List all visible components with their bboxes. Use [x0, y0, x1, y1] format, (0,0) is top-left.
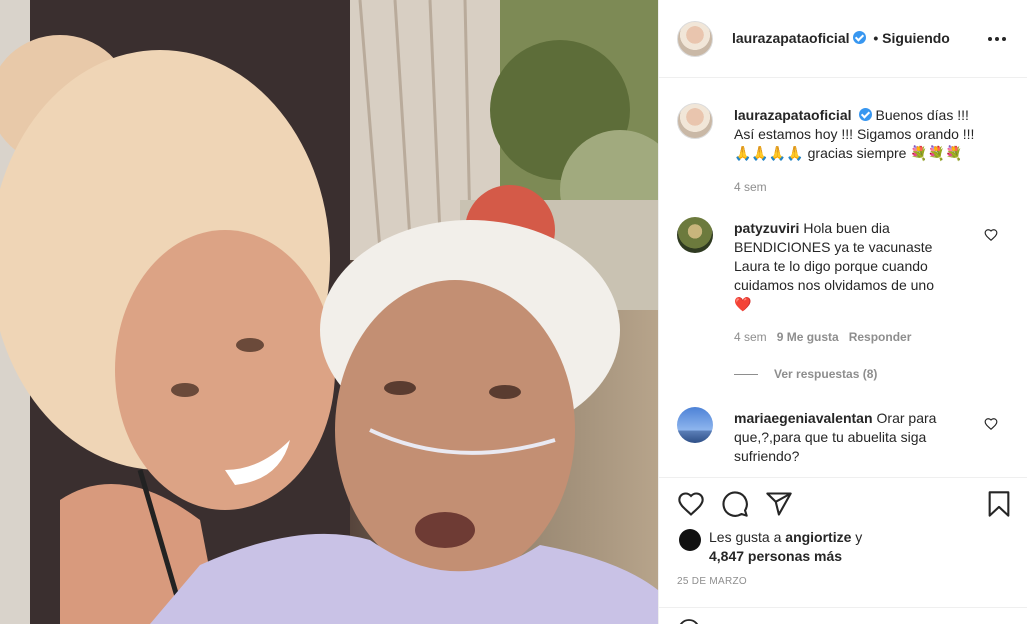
- comment-likes[interactable]: 9 Me gusta: [777, 330, 839, 344]
- likes-count[interactable]: 4,847 personas más: [709, 548, 842, 564]
- comment-text: patyzuviri Hola buen dia BENDICIONES ya t…: [734, 219, 984, 314]
- comment-line: sufriendo?: [734, 448, 800, 464]
- post-actions: Les gusta a angiortize y 4,847 personas …: [659, 477, 1027, 624]
- commenter-username[interactable]: patyzuviri: [734, 220, 799, 236]
- comment-text: mariaegeniavalentan Orar para que,?,para …: [734, 409, 984, 466]
- comment-line: Hola buen dia: [803, 220, 890, 236]
- replies-divider: [734, 374, 758, 376]
- view-replies-label: Ver respuestas (8): [774, 367, 878, 381]
- post-side-panel: laurazapataoficial • Siguiendo laurazapa…: [658, 0, 1027, 624]
- heart-icon[interactable]: [677, 490, 705, 518]
- commenter-avatar[interactable]: [677, 217, 713, 253]
- likes-summary: Les gusta a angiortize y 4,847 personas …: [709, 528, 862, 566]
- likes-suffix: y: [855, 529, 863, 545]
- comment-like-icon[interactable]: [984, 228, 998, 242]
- verified-icon: [852, 31, 866, 44]
- comment-like-icon[interactable]: [984, 417, 998, 431]
- follow-status[interactable]: • Siguiendo: [873, 30, 949, 46]
- view-replies-button[interactable]: Ver respuestas (8): [734, 367, 877, 381]
- verified-icon: [858, 108, 872, 121]
- share-icon[interactable]: [765, 490, 793, 518]
- caption-time[interactable]: 4 sem: [734, 180, 767, 194]
- likes-prefix: Les gusta a: [709, 529, 782, 545]
- post-header: laurazapataoficial • Siguiendo: [659, 0, 1027, 78]
- comment-time[interactable]: 4 sem: [734, 330, 767, 344]
- commenter-avatar[interactable]: [677, 407, 713, 443]
- comment-icon[interactable]: [721, 490, 749, 518]
- caption-text: laurazapataoficial Buenos días !!! Así es…: [734, 106, 1004, 163]
- bookmark-icon[interactable]: [985, 490, 1013, 518]
- post-photo-illustration: [0, 0, 658, 624]
- add-comment-area[interactable]: [659, 607, 1027, 624]
- comment-line: Laura te lo digo porque cuando: [734, 258, 928, 274]
- comment-line: Orar para: [876, 410, 937, 426]
- caption-line: Buenos días !!!: [875, 107, 969, 123]
- more-icon[interactable]: [988, 26, 1008, 50]
- comment-line: BENDICIONES ya te vacunaste: [734, 239, 933, 255]
- comment-meta: 4 sem 9 Me gusta Responder: [734, 330, 911, 344]
- liker-username[interactable]: angiortize: [785, 529, 851, 545]
- reply-button[interactable]: Responder: [849, 330, 912, 344]
- comment-line: cuidamos nos olvidamos de uno: [734, 277, 935, 293]
- commenter-username[interactable]: mariaegeniavalentan: [734, 410, 873, 426]
- liker-avatar[interactable]: [679, 529, 701, 551]
- comment-line: que,?,para que tu abuelita siga: [734, 429, 927, 445]
- caption-author-username[interactable]: laurazapataoficial: [734, 107, 852, 123]
- emoji-icon[interactable]: [677, 618, 701, 624]
- author-line: laurazapataoficial • Siguiendo: [732, 30, 950, 46]
- comment-line: ❤️: [734, 296, 752, 312]
- caption-author-avatar[interactable]: [677, 103, 713, 139]
- post-date[interactable]: 25 DE MARZO: [677, 576, 747, 587]
- comments-list[interactable]: laurazapataoficial Buenos días !!! Así es…: [659, 79, 1027, 477]
- post-photo[interactable]: [0, 0, 658, 624]
- caption-line: Así estamos hoy !!! Sigamos orando !!!: [734, 126, 975, 142]
- caption-line: 🙏🙏🙏🙏 gracias siempre 💐💐💐: [734, 145, 963, 161]
- author-avatar[interactable]: [677, 21, 713, 57]
- author-username[interactable]: laurazapataoficial: [732, 30, 850, 46]
